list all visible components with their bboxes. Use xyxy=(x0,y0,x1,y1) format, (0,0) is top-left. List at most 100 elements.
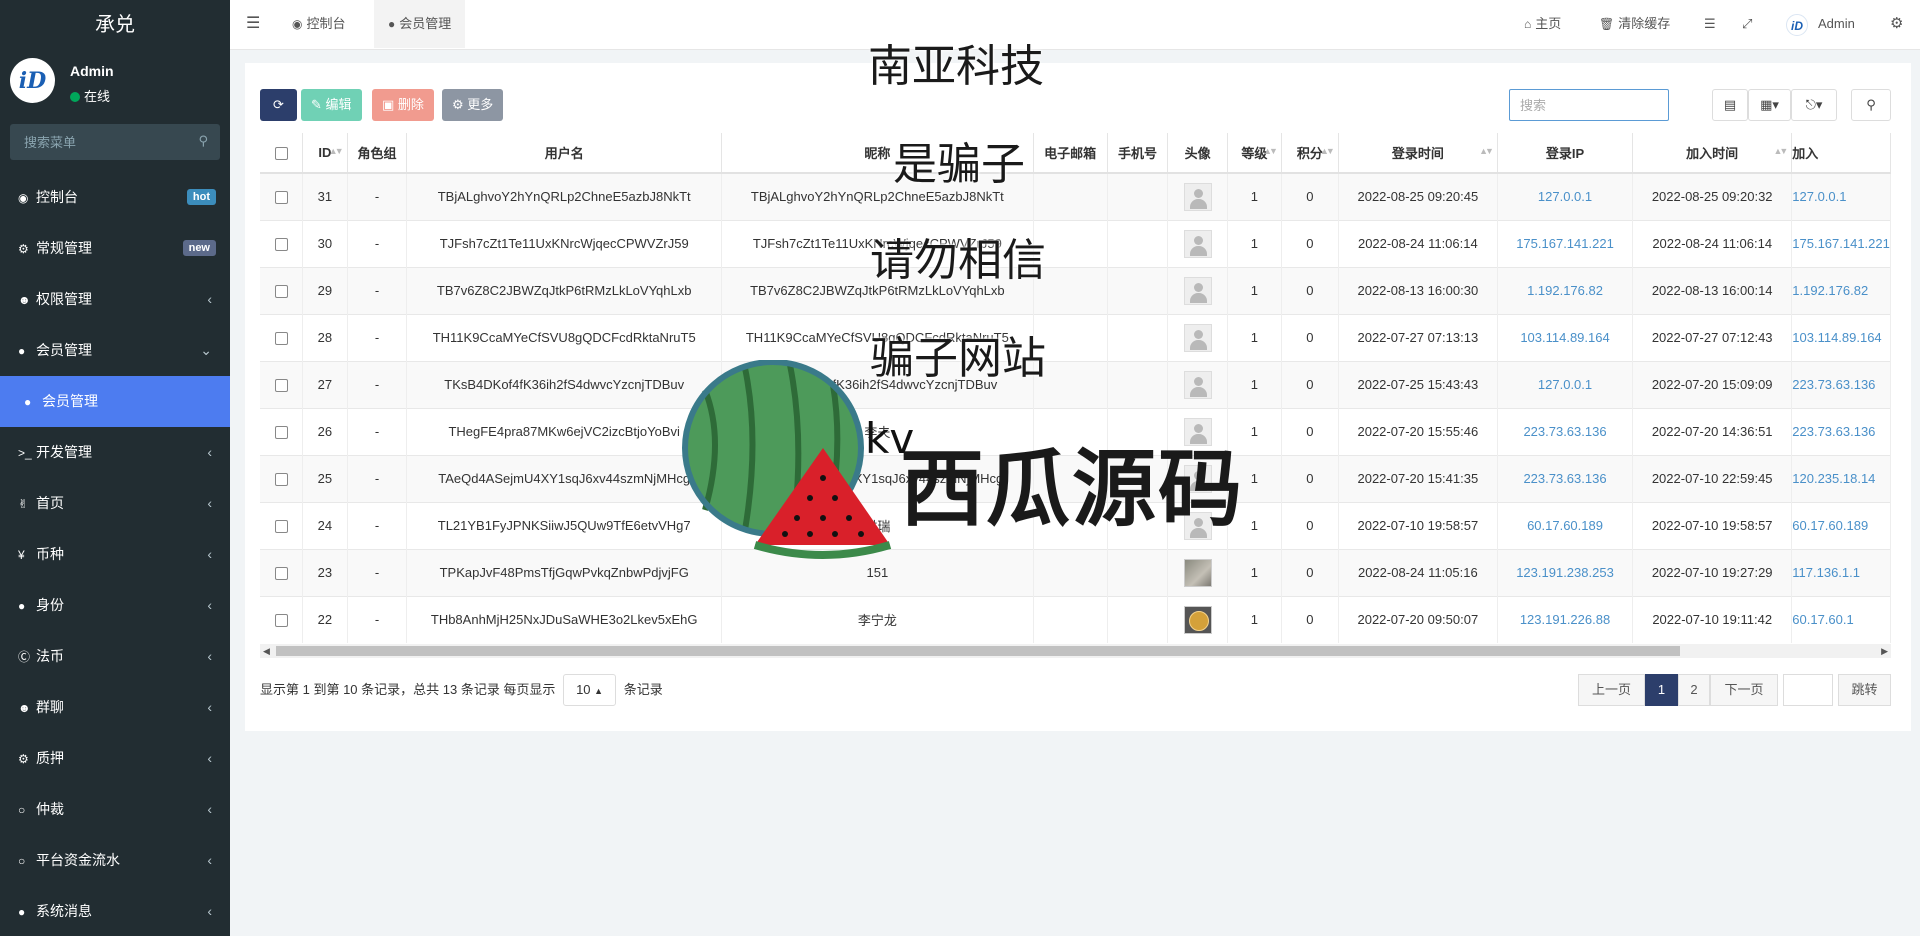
sidebar-item-0[interactable]: ◉ 控制台 hot xyxy=(0,172,230,223)
menu-toggle-icon[interactable]: ☰ xyxy=(246,0,260,48)
admin-menu[interactable]: iD Admin xyxy=(1786,0,1855,48)
table-row[interactable]: 29- TB7v6Z8C2JBWZqJtkP6tRMzLkLoVYqhLxb TB7… xyxy=(260,266,1891,314)
columns-button[interactable]: ▦▾ xyxy=(1748,89,1791,121)
refresh-button[interactable]: ⟳ xyxy=(260,89,297,121)
row-checkbox[interactable] xyxy=(274,614,288,628)
cell-joinip[interactable]: 223.73.63.136 xyxy=(1791,407,1891,455)
table-body: 31- TBjALghvoY2hYnQRLp2ChneE5azbJ8NkTt TBj… xyxy=(260,172,1891,643)
next-page-button[interactable]: 下一页 xyxy=(1710,674,1778,706)
edit-button[interactable]: ✎ 编辑 xyxy=(301,89,362,121)
table-row[interactable]: 27- TKsB4DKof4fK36ih2fS4dwvcYzcnjTDBuv TKs… xyxy=(260,360,1891,408)
cell-joinip[interactable]: 127.0.0.1 xyxy=(1791,172,1891,220)
cell-loginip[interactable]: 1.192.176.82 xyxy=(1497,266,1634,314)
sidebar-item-5[interactable]: >_ 开发管理 ‹ xyxy=(0,427,230,478)
scroll-right-arrow-icon[interactable]: ▶ xyxy=(1881,644,1888,658)
cell-loginip[interactable]: 223.73.63.136 xyxy=(1497,407,1634,455)
sidebar-item-4[interactable]: ● 会员管理 xyxy=(0,376,230,427)
sidebar-item-14[interactable]: ● 系统消息 ‹ xyxy=(0,886,230,936)
tab-member-management[interactable]: ● 会员管理 xyxy=(374,0,466,48)
page-2-button[interactable]: 2 xyxy=(1678,674,1710,706)
cell-joinip[interactable]: 120.235.18.14 xyxy=(1791,454,1891,502)
select-all-checkbox[interactable] xyxy=(274,147,288,161)
row-checkbox[interactable] xyxy=(274,285,288,299)
cell-joinip[interactable]: 103.114.89.164 xyxy=(1791,313,1891,361)
column-header-11[interactable]: 加入时间 ▲▼ xyxy=(1632,133,1793,174)
cell-loginip[interactable]: 127.0.0.1 xyxy=(1497,172,1634,220)
clear-cache-button[interactable]: 🗑 清除缓存 xyxy=(1599,0,1670,48)
row-checkbox[interactable] xyxy=(274,191,288,205)
cell-joinip[interactable]: 1.192.176.82 xyxy=(1791,266,1891,314)
language-icon[interactable]: ☰ xyxy=(1704,0,1716,48)
cell-loginip[interactable]: 127.0.0.1 xyxy=(1497,360,1634,408)
row-checkbox[interactable] xyxy=(274,567,288,581)
cell-loginip[interactable]: 223.73.63.136 xyxy=(1497,454,1634,502)
fullscreen-icon[interactable]: ⤢ xyxy=(1742,0,1752,48)
column-header-7[interactable]: 等级 ▲▼ xyxy=(1227,133,1282,174)
sidebar-item-11[interactable]: ⚙ 质押 ‹ xyxy=(0,733,230,784)
tab-dashboard[interactable]: ◉ 控制台 xyxy=(292,0,346,48)
table-row[interactable]: 28- TH11K9CcaMYeCfSVU8gQDCFcdRktaNruT5 TH1… xyxy=(260,313,1891,361)
prev-page-button[interactable]: 上一页 xyxy=(1578,674,1645,706)
row-checkbox[interactable] xyxy=(274,473,288,487)
sidebar-item-2[interactable]: ☻ 权限管理 ‹ xyxy=(0,274,230,325)
export-button[interactable]: ⎋▾ xyxy=(1791,89,1837,121)
table-row[interactable]: 30- TJFsh7cZt1Te11UxKNrcWjqecCPWVZrJ59 TJF… xyxy=(260,219,1891,267)
row-checkbox[interactable] xyxy=(274,379,288,393)
cell-loginip[interactable]: 175.167.141.221 xyxy=(1497,219,1634,267)
toggle-view-button[interactable]: ▤ xyxy=(1712,89,1748,121)
delete-button[interactable]: ▣ 删除 xyxy=(372,89,434,121)
sidebar-item-3[interactable]: ● 会员管理 ⌄ xyxy=(0,325,230,376)
page-1-button[interactable]: 1 xyxy=(1645,674,1678,706)
jump-button[interactable]: 跳转 xyxy=(1838,674,1891,706)
cell-id: 28 xyxy=(302,313,348,361)
cell-loginip[interactable]: 103.114.89.164 xyxy=(1497,313,1634,361)
more-button[interactable]: ⚙ 更多 xyxy=(442,89,504,121)
cell-joinip[interactable]: 223.73.63.136 xyxy=(1791,360,1891,408)
avatar-thumbnail[interactable] xyxy=(1183,229,1212,258)
cell-logintime: 2022-07-20 15:55:46 xyxy=(1338,407,1498,455)
avatar-thumbnail[interactable] xyxy=(1183,323,1212,352)
row-checkbox[interactable] xyxy=(274,332,288,346)
table-search-input[interactable] xyxy=(1509,89,1669,121)
sidebar-item-13[interactable]: ○ 平台资金流水 ‹ xyxy=(0,835,230,886)
horizontal-scrollbar[interactable]: ◀ ▶ xyxy=(260,644,1891,658)
avatar-thumbnail[interactable] xyxy=(1183,276,1212,305)
app-logo[interactable]: 承兑 xyxy=(0,0,230,50)
row-checkbox[interactable] xyxy=(274,520,288,534)
cell-loginip[interactable]: 123.191.238.253 xyxy=(1497,548,1634,596)
page-size-select[interactable]: 10 ▲ xyxy=(563,674,617,706)
settings-gear-icon[interactable]: ⚙ xyxy=(1890,0,1903,48)
avatar-thumbnail[interactable] xyxy=(1183,182,1212,211)
cell-joinip[interactable]: 60.17.60.1 xyxy=(1791,595,1891,643)
avatar-thumbnail[interactable] xyxy=(1183,558,1212,587)
sidebar-item-12[interactable]: ○ 仲裁 ‹ xyxy=(0,784,230,835)
avatar-thumbnail[interactable] xyxy=(1183,370,1212,399)
table-row[interactable]: 31- TBjALghvoY2hYnQRLp2ChneE5azbJ8NkTt TBj… xyxy=(260,172,1891,220)
cell-joinip[interactable]: 175.167.141.221 xyxy=(1791,219,1891,267)
table-row[interactable]: 22- THb8AnhMjH25NxJDuSaWHE3o2Lkev5xEhG 李宁龙… xyxy=(260,595,1891,643)
sidebar-item-9[interactable]: Ⓒ 法币 ‹ xyxy=(0,631,230,682)
sidebar-item-10[interactable]: ☻ 群聊 ‹ xyxy=(0,682,230,733)
jump-page-input[interactable] xyxy=(1783,674,1833,706)
home-link[interactable]: ⌂ 主页 xyxy=(1524,0,1561,48)
sidebar-item-1[interactable]: ⚙ 常规管理 new xyxy=(0,223,230,274)
cell-joinip[interactable]: 60.17.60.189 xyxy=(1791,501,1891,549)
cell-loginip[interactable]: 60.17.60.189 xyxy=(1497,501,1634,549)
sidebar-item-6[interactable]: ✌ 首页 ‹ xyxy=(0,478,230,529)
cell-loginip[interactable]: 123.191.226.88 xyxy=(1497,595,1634,643)
sidebar-search-input[interactable] xyxy=(10,124,220,160)
column-header-0[interactable]: ID ▲▼ xyxy=(302,133,348,174)
scroll-left-arrow-icon[interactable]: ◀ xyxy=(263,644,270,658)
table-row[interactable]: 23- TPKapJvF48PmsTfjGqwPvkqZnbwPdjvjFG 151… xyxy=(260,548,1891,596)
sidebar-item-7[interactable]: ¥ 币种 ‹ xyxy=(0,529,230,580)
advanced-search-button[interactable]: ⚲ xyxy=(1851,89,1891,121)
column-header-9[interactable]: 登录时间 ▲▼ xyxy=(1338,133,1498,174)
avatar-thumbnail[interactable] xyxy=(1183,605,1212,634)
column-header-8[interactable]: 积分 ▲▼ xyxy=(1281,133,1339,174)
row-checkbox[interactable] xyxy=(274,238,288,252)
sidebar-item-8[interactable]: ● 身份 ‹ xyxy=(0,580,230,631)
cell-joinip[interactable]: 117.136.1.1 xyxy=(1791,548,1891,596)
row-checkbox[interactable] xyxy=(274,426,288,440)
search-icon[interactable]: ⚲ xyxy=(198,133,208,149)
scrollbar-thumb[interactable] xyxy=(276,646,1680,656)
